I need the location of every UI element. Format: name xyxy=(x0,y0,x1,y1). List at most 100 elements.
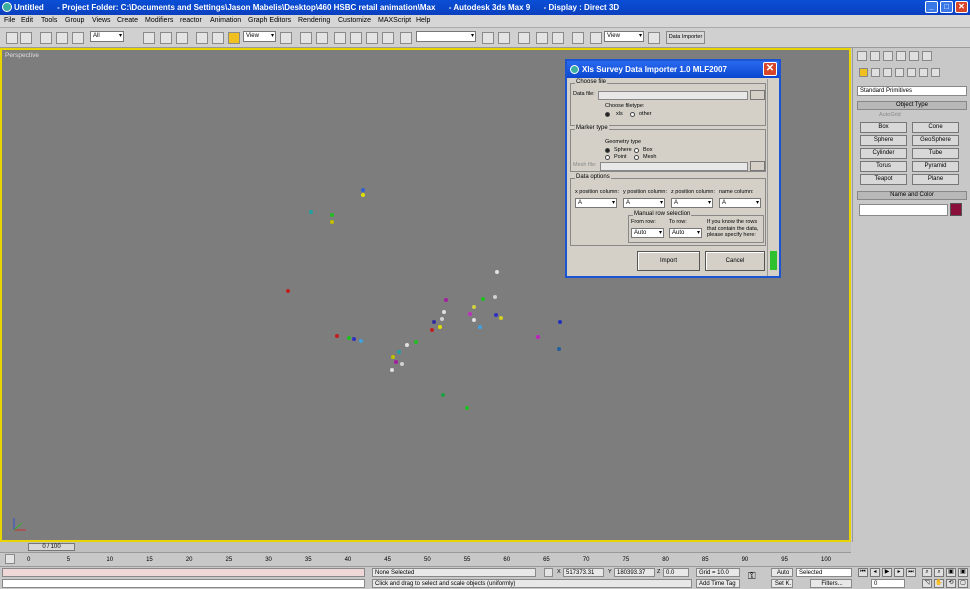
orbit-icon[interactable]: ⟲ xyxy=(946,579,956,588)
filetype-other-radio[interactable] xyxy=(630,112,635,117)
key-icon[interactable]: ⚿ xyxy=(748,571,756,582)
survey-marker[interactable] xyxy=(468,312,472,316)
survey-marker[interactable] xyxy=(481,297,485,301)
geometry-sphere-radio[interactable] xyxy=(605,148,610,153)
render-type-dropdown[interactable]: View xyxy=(604,31,644,42)
menu-reactor[interactable]: reactor xyxy=(180,17,202,24)
survey-marker[interactable] xyxy=(286,289,290,293)
plane-button[interactable]: Plane xyxy=(912,174,959,185)
survey-marker[interactable] xyxy=(394,360,398,364)
scale-icon[interactable] xyxy=(228,32,240,44)
survey-marker[interactable] xyxy=(391,355,395,359)
survey-marker[interactable] xyxy=(438,325,442,329)
box-button[interactable]: Box xyxy=(860,122,907,133)
survey-marker[interactable] xyxy=(432,320,436,324)
survey-marker[interactable] xyxy=(430,328,434,332)
percent-snap-icon[interactable] xyxy=(366,32,378,44)
set-key-button[interactable]: Set K. xyxy=(771,579,793,588)
pan-icon[interactable]: ✋ xyxy=(934,579,944,588)
geometry-mesh-radio[interactable] xyxy=(634,155,639,160)
next-frame-icon[interactable]: ▸ xyxy=(894,568,904,577)
menu-edit[interactable]: Edit xyxy=(21,17,33,24)
autogrid-checkbox[interactable]: AutoGrid xyxy=(879,112,901,118)
select-by-name-icon[interactable] xyxy=(160,32,172,44)
redo-icon[interactable] xyxy=(20,32,32,44)
menu-create[interactable]: Create xyxy=(117,17,138,24)
geometry-point-radio[interactable] xyxy=(605,155,610,160)
menu-customize[interactable]: Customize xyxy=(338,17,371,24)
menu-modifiers[interactable]: Modifiers xyxy=(145,17,173,24)
data-file-input[interactable] xyxy=(598,91,748,100)
pyramid-button[interactable]: Pyramid xyxy=(912,161,959,172)
menu-rendering[interactable]: Rendering xyxy=(298,17,330,24)
survey-marker[interactable] xyxy=(494,313,498,317)
maxscript-input[interactable] xyxy=(2,579,365,588)
spacewarps-icon[interactable] xyxy=(919,68,928,77)
geometry-icon[interactable] xyxy=(859,68,868,77)
mini-curve-editor-icon[interactable] xyxy=(5,554,15,564)
survey-marker[interactable] xyxy=(444,298,448,302)
rotate-icon[interactable] xyxy=(212,32,224,44)
survey-marker[interactable] xyxy=(472,305,476,309)
hierarchy-tab-icon[interactable] xyxy=(883,51,893,61)
curve-editor-icon[interactable] xyxy=(536,32,548,44)
survey-marker[interactable] xyxy=(536,335,540,339)
menu-tools[interactable]: Tools xyxy=(41,17,57,24)
schematic-view-icon[interactable] xyxy=(552,32,564,44)
y-column-dropdown[interactable]: A xyxy=(623,198,665,208)
fov-icon[interactable]: ◹ xyxy=(922,579,932,588)
region-select-icon[interactable] xyxy=(176,32,188,44)
layer-manager-icon[interactable] xyxy=(518,32,530,44)
to-row-dropdown[interactable]: Auto xyxy=(669,228,702,238)
mesh-file-input[interactable] xyxy=(600,162,748,171)
z-coordinate-field[interactable]: 0.0 xyxy=(663,568,689,577)
snaps-icon[interactable] xyxy=(334,32,346,44)
dialog-close-button[interactable]: ✕ xyxy=(763,62,777,76)
zoom-icon[interactable]: ⌕ xyxy=(922,568,932,577)
material-editor-icon[interactable] xyxy=(572,32,584,44)
torus-button[interactable]: Torus xyxy=(860,161,907,172)
go-to-start-icon[interactable]: ⏮ xyxy=(858,568,868,577)
survey-marker[interactable] xyxy=(359,339,363,343)
survey-marker[interactable] xyxy=(478,325,482,329)
survey-marker[interactable] xyxy=(440,317,444,321)
trackbar[interactable]: 0 5 10 15 20 25 30 35 40 45 50 55 60 65 70 75 80 85 90 95 10… xyxy=(0,552,851,566)
display-tab-icon[interactable] xyxy=(909,51,919,61)
name-color-rollout[interactable]: Name and Color xyxy=(857,191,967,200)
survey-marker[interactable] xyxy=(400,362,404,366)
lights-icon[interactable] xyxy=(883,68,892,77)
x-coordinate-field[interactable]: 517373.31 xyxy=(563,568,604,577)
survey-marker[interactable] xyxy=(499,316,503,320)
cone-button[interactable]: Cone xyxy=(912,122,959,133)
import-button[interactable]: Import xyxy=(637,251,700,271)
survey-marker[interactable] xyxy=(414,340,418,344)
survey-marker[interactable] xyxy=(465,406,469,410)
select-link-icon[interactable] xyxy=(40,32,52,44)
survey-marker[interactable] xyxy=(347,336,351,340)
data-file-browse-button[interactable] xyxy=(750,90,765,100)
named-selection-icon[interactable] xyxy=(400,32,412,44)
render-setup-icon[interactable] xyxy=(590,32,602,44)
go-to-end-icon[interactable]: ⏭ xyxy=(906,568,916,577)
mirror-icon[interactable] xyxy=(482,32,494,44)
close-button[interactable]: ✕ xyxy=(955,1,968,13)
y-coordinate-field[interactable]: 180393.37 xyxy=(614,568,655,577)
object-type-rollout[interactable]: Object Type xyxy=(857,101,967,110)
menu-views[interactable]: Views xyxy=(92,17,111,24)
time-slider[interactable]: 0 / 100 xyxy=(28,543,75,551)
named-selection-sets-dropdown[interactable] xyxy=(416,31,476,42)
key-mode-dropdown[interactable]: Selected xyxy=(796,568,852,577)
menu-maxscript[interactable]: MAXScript xyxy=(378,17,411,24)
survey-marker[interactable] xyxy=(335,334,339,338)
survey-marker[interactable] xyxy=(309,210,313,214)
systems-icon[interactable] xyxy=(931,68,940,77)
from-row-dropdown[interactable]: Auto xyxy=(631,228,664,238)
menu-file[interactable]: File xyxy=(4,17,15,24)
survey-marker[interactable] xyxy=(557,347,561,351)
survey-marker[interactable] xyxy=(442,310,446,314)
survey-marker[interactable] xyxy=(495,270,499,274)
helpers-icon[interactable] xyxy=(907,68,916,77)
menu-graph-editors[interactable]: Graph Editors xyxy=(248,17,291,24)
reference-coord-dropdown[interactable]: View xyxy=(243,31,276,42)
unlink-icon[interactable] xyxy=(56,32,68,44)
